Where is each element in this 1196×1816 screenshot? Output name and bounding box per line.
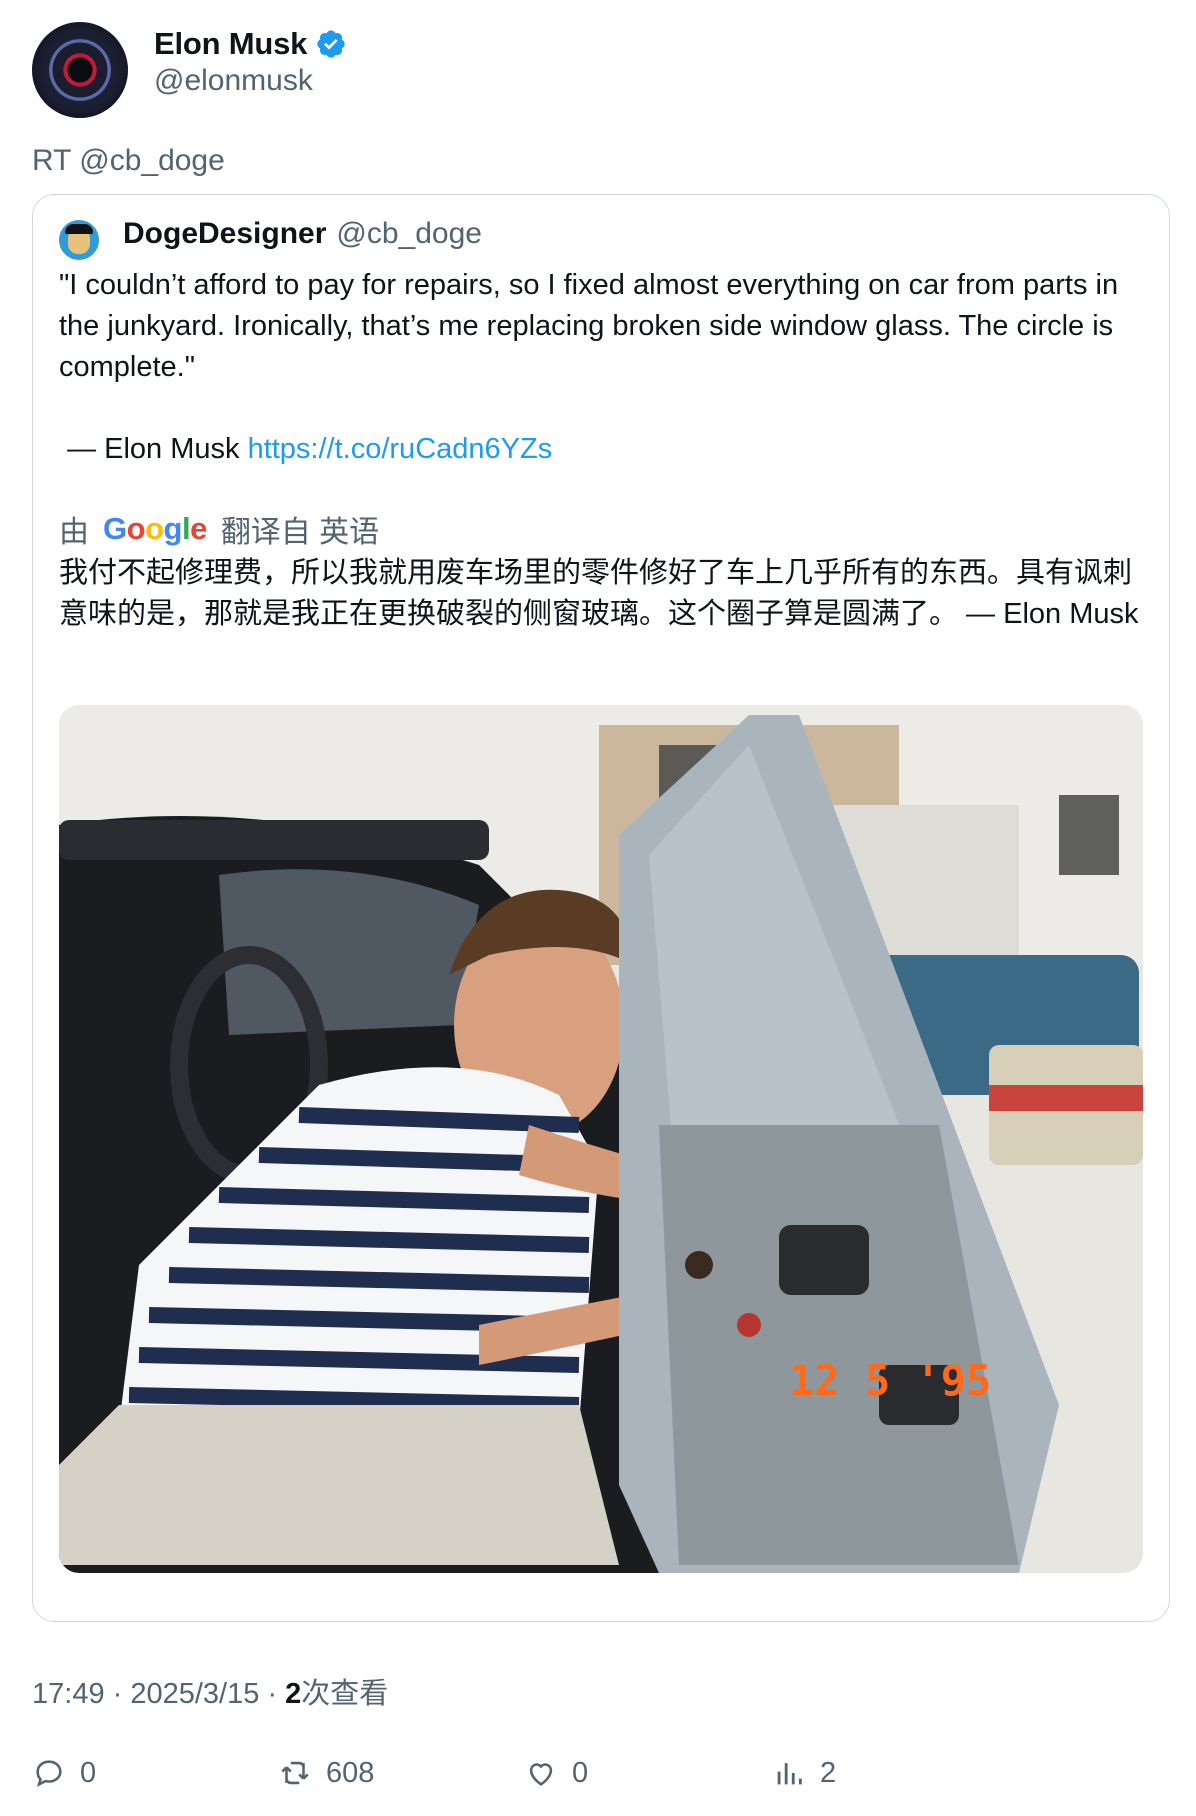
tweet-date[interactable]: 2025/3/15	[130, 1678, 259, 1710]
tweet-time[interactable]: 17:49	[32, 1678, 105, 1710]
verified-badge-icon	[317, 30, 345, 58]
quoted-tweet-text: "I couldn’t afford to pay for repairs, s…	[59, 265, 1139, 470]
tweet-photo[interactable]: 12 5 '95	[59, 705, 1143, 1573]
google-logo: Google	[103, 511, 207, 546]
quoted-name-row: DogeDesigner @cb_doge	[123, 217, 482, 251]
author-avatar[interactable]	[32, 22, 128, 118]
like-button[interactable]: 0	[524, 1756, 588, 1790]
analytics-icon	[777, 1763, 802, 1785]
author-handle[interactable]: @elonmusk	[154, 64, 313, 98]
views-label: 次查看	[301, 1678, 389, 1710]
retweet-button[interactable]: 608	[278, 1756, 374, 1790]
reply-count: 0	[80, 1756, 97, 1789]
meta-separator: ·	[112, 1678, 131, 1710]
reply-button[interactable]: 0	[32, 1756, 96, 1790]
like-count: 0	[572, 1756, 589, 1789]
quoted-tweet-link[interactable]: https://t.co/ruCadn6YZs	[248, 433, 553, 465]
views-action-count: 2	[820, 1756, 837, 1789]
quoted-display-name[interactable]: DogeDesigner	[123, 217, 326, 251]
quoted-tweet-card[interactable]: DogeDesigner @cb_doge "I couldn’t afford…	[32, 194, 1170, 1622]
tweet-meta: 17:49 · 2025/3/15 · 2次查看	[32, 1670, 388, 1712]
translated-text: 我付不起修理费，所以我就用废车场里的零件修好了车上几乎所有的东西。具有讽刺意味的…	[59, 557, 1139, 630]
retweet-text: RT @cb_doge	[32, 144, 225, 177]
author-display-name[interactable]: Elon Musk	[154, 26, 307, 62]
translate-prefix: 由	[59, 516, 89, 549]
author-name-row: Elon Musk	[154, 26, 347, 62]
action-bar: 0 608 0 2	[32, 1756, 1162, 1806]
meta-separator-2: ·	[267, 1678, 286, 1710]
quoted-author-avatar[interactable]	[59, 220, 99, 260]
retweet-count: 608	[326, 1756, 375, 1789]
reply-icon	[36, 1760, 62, 1787]
translation-attribution: 由 Google 翻译自 英语	[59, 507, 379, 551]
retweet-icon	[281, 1761, 309, 1785]
translate-suffix: 翻译自 英语	[220, 516, 380, 549]
views-button[interactable]: 2	[772, 1756, 836, 1790]
doge-cap	[65, 224, 93, 234]
quoted-handle[interactable]: @cb_doge	[336, 217, 482, 251]
photo-date-stamp: 12 5 '95	[789, 1356, 991, 1405]
photo-illustration: 12 5 '95	[59, 705, 1143, 1573]
tweet-header: Elon Musk @elonmusk	[32, 22, 1162, 122]
quoted-tweet-body: "I couldn’t afford to pay for repairs, s…	[59, 269, 1119, 465]
views-count: 2	[285, 1678, 302, 1710]
heart-icon	[529, 1763, 553, 1786]
